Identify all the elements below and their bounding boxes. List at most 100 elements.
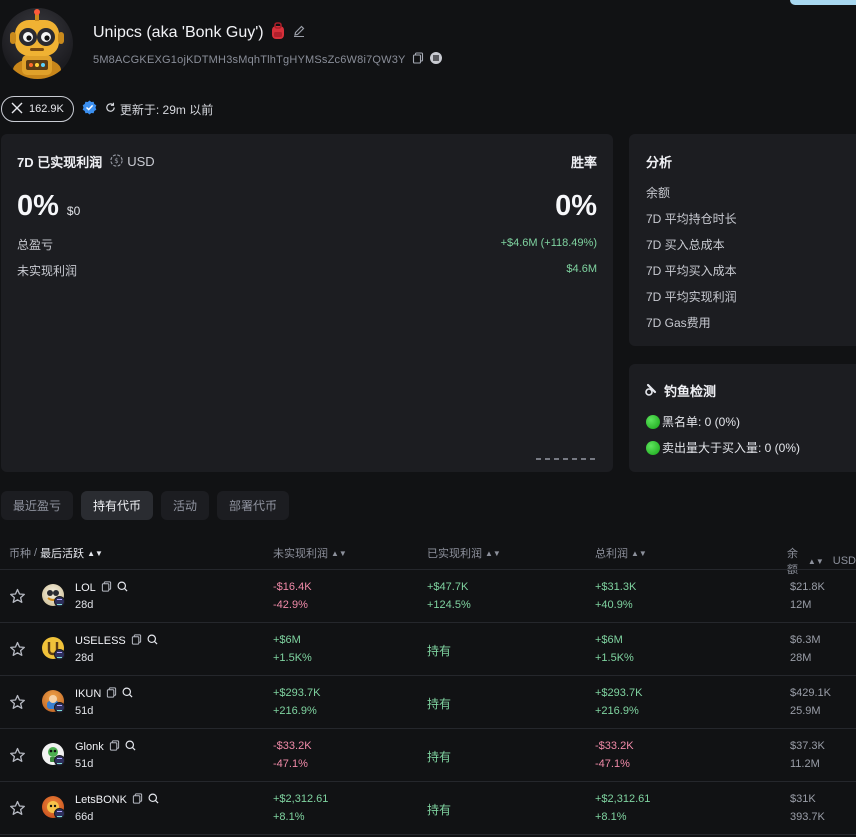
hold-status: 持有 [427,803,452,817]
chain-badge-icon [54,808,65,819]
sort-icon: ▲▼ [331,548,347,558]
search-icon[interactable] [147,634,158,648]
pnl-card: 7D 已实现利润 $ USD 胜率 0% $0 0% 总盈亏 +$4.6M (+… [1,134,613,472]
realized-pct: +124.5% [427,599,471,611]
star-icon[interactable] [9,800,26,817]
realized-profit: 0% $0 [17,190,80,223]
token-symbol[interactable]: Glonk [75,741,104,753]
sort-icon: ▲▼ [485,548,501,558]
unrealized-usd: +$6M [273,634,301,646]
chain-badge-icon [54,755,65,766]
table-row[interactable]: USELESS 28d +$6M +1.5K% 持有 +$6M +1.5K% $… [0,623,856,676]
token-symbol[interactable]: USELESS [75,635,126,647]
token-age: 28d [75,652,94,664]
token-age: 28d [75,599,94,611]
tab-recent-pnl[interactable]: 最近盈亏 [1,491,74,520]
col-last-active[interactable]: 最后活跃 [40,545,84,561]
search-icon[interactable] [125,740,136,754]
sort-icon[interactable]: ▲▼ [87,549,103,558]
refresh-icon [105,102,116,116]
name-row: Unipcs (aka 'Bonk Guy') [93,22,306,43]
chain-badge-icon [54,596,65,607]
search-icon[interactable] [122,687,133,701]
hold-status: 持有 [427,644,452,658]
green-status-icon [646,440,660,455]
twitter-link[interactable]: 162.9K [1,96,74,122]
sort-icon: ▲▼ [807,556,824,566]
total-pct: +40.9% [595,599,633,611]
star-icon[interactable] [9,641,26,658]
total-usd: +$2,312.61 [595,793,651,805]
search-icon[interactable] [148,793,159,807]
table-row[interactable]: LetsBONK 66d +$2,312.61 +8.1% 持有 +$2,312… [0,782,856,835]
star-icon[interactable] [9,747,26,764]
search-icon[interactable] [117,581,128,595]
balance-usd: $6.3M [790,634,821,646]
realized-usd: $0 [66,204,81,218]
copy-icon[interactable] [101,581,112,595]
fishhook-icon [645,383,658,399]
tab-holdings[interactable]: 持有代币 [81,491,154,520]
total-pct: -47.1% [595,758,630,770]
tab-deployed[interactable]: 部署代币 [217,491,290,520]
analysis-card: 分析 余额 7D 平均持仓时长 7D 买入总成本 7D 平均买入成本 7D 平均… [629,134,856,346]
avatar[interactable] [2,8,73,79]
winrate-value-wrap: 0% [555,190,597,223]
pnl-title: 7D 已实现利润 [17,155,103,170]
edit-icon[interactable] [292,24,306,41]
chain-badge-icon [54,702,65,713]
table-row[interactable]: IKUN 51d +$293.7K +216.9% 持有 +$293.7K +2… [0,676,856,729]
unrealized-usd: +$2,312.61 [273,793,329,805]
row-divider [0,834,856,835]
refresh-status[interactable]: 更新于: 29m 以前 [105,101,213,118]
token-age: 51d [75,705,94,717]
copy-icon[interactable] [131,634,142,648]
col-unrealized-header[interactable]: 未实现利润 ▲▼ [273,545,347,561]
phishing-card: 钓鱼检测 黑名单: 0 (0%) 卖出量大于买入量: 0 (0%) [629,364,856,472]
analysis-item-total-cost: 7D 买入总成本 [646,238,725,252]
currency-toggle[interactable]: $ USD [110,153,155,170]
star-icon[interactable] [9,588,26,605]
copy-icon[interactable] [132,793,143,807]
tab-activity[interactable]: 活动 [161,491,210,520]
realized-usd: +$47.7K [427,581,469,593]
green-status-icon [646,414,660,429]
col-total-header[interactable]: 总利润 ▲▼ [595,545,647,561]
svg-text:$: $ [115,157,119,165]
balance-amount: 11.2M [790,758,820,770]
token-symbol[interactable]: IKUN [75,688,101,700]
copy-icon[interactable] [106,687,117,701]
token-age: 66d [75,811,94,823]
copy-icon[interactable] [412,52,424,67]
x-logo-icon [11,102,23,117]
total-pnl-label: 总盈亏 [17,238,54,252]
copy-icon[interactable] [109,740,120,754]
top-accent-bar [790,0,856,5]
total-pnl-value: +$4.6M (+118.49%) [500,237,597,249]
table-row[interactable]: LOL 28d -$16.4K -42.9% +$47.7K +124.5% +… [0,570,856,623]
hold-status: 持有 [427,697,452,711]
analysis-item-avg-realized: 7D 平均实现利润 [646,290,737,304]
token-age: 51d [75,758,94,770]
backpack-icon [270,22,286,43]
pnl-title-row: 7D 已实现利润 $ USD [17,152,155,171]
unrealized-usd: -$33.2K [273,740,312,752]
star-icon[interactable] [9,694,26,711]
analysis-item-avg-cost: 7D 平均买入成本 [646,264,737,278]
total-usd: +$31.3K [595,581,637,593]
unrealized-pct: +1.5K% [273,652,312,664]
col-token: 币种 [9,548,31,560]
chart-placeholder-dots [536,458,595,460]
col-realized: 已实现利润 [427,548,482,560]
col-realized-header[interactable]: 已实现利润 ▲▼ [427,545,501,561]
wallet-name: Unipcs (aka 'Bonk Guy') [93,23,264,41]
token-symbol[interactable]: LOL [75,582,96,594]
analysis-item-balance: 余额 [646,186,671,200]
col-unrealized: 未实现利润 [273,548,328,560]
balance-usd: $31K [790,793,816,805]
currency-label: USD [127,154,155,169]
social-row: 162.9K 更新于: 29m 以前 [0,96,213,122]
token-symbol[interactable]: LetsBONK [75,794,127,806]
winrate-value: 0% [555,190,597,222]
table-row[interactable]: Glonk 51d -$33.2K -47.1% 持有 -$33.2K -47.… [0,729,856,782]
